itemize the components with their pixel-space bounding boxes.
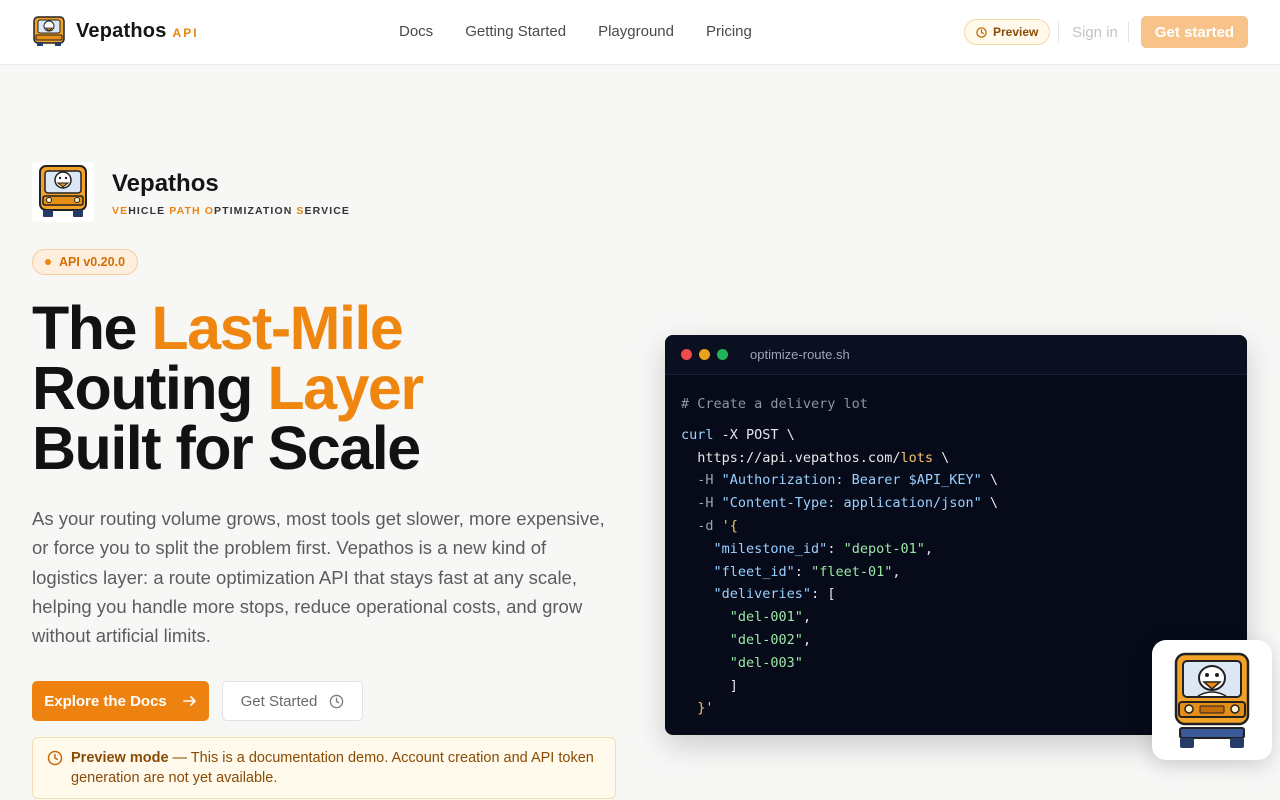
window-dot-yellow (699, 349, 710, 360)
code-token: "deliveries" (713, 586, 812, 603)
code-token: -H (681, 472, 722, 489)
preview-label: Preview (993, 25, 1039, 39)
version-badge: API v0.20.0 (32, 249, 139, 275)
duck-car-icon (33, 16, 65, 46)
explore-docs-label: Explore the Docs (44, 692, 167, 710)
mascot-widget[interactable] (1152, 640, 1272, 760)
nav-link-playground[interactable]: Playground (598, 23, 674, 40)
acronym-letter: S (296, 205, 305, 217)
brand-tag: API (172, 26, 199, 40)
acronym-rest: HICLE (128, 205, 170, 217)
version-label: API v0.20.0 (59, 255, 126, 269)
code-token: "milestone_id" (713, 540, 828, 557)
duck-car-icon (39, 165, 87, 217)
nav-links: Docs Getting Started Playground Pricing (399, 23, 752, 40)
code-token: }' (697, 700, 714, 717)
hero-lead: As your routing volume grows, most tools… (32, 508, 605, 647)
nav-divider (1128, 22, 1129, 42)
code-token: "Content-Type: application/json" (721, 495, 982, 512)
window-dots (681, 349, 728, 360)
status-dot (45, 259, 51, 265)
code-token: https://api.vepathos.com/ (681, 449, 901, 466)
hero-acronym-subtitle: VEHICLE PATH OPTIMIZATION SERVICE (112, 205, 350, 217)
clock-icon (330, 694, 344, 708)
get-started-label: Get Started (240, 692, 318, 710)
code-token: "fleet_id" (713, 563, 795, 580)
headline-text: Routing (32, 354, 268, 422)
acronym-rest: ERVICE (304, 205, 351, 217)
code-token: -d (681, 517, 722, 534)
code-token: "depot-01" (843, 540, 925, 557)
hero-logo (32, 162, 94, 222)
brand[interactable]: Vepathos API (32, 14, 199, 48)
sign-in-link[interactable]: Sign in (1072, 24, 1118, 41)
headline-highlight: Layer (267, 354, 424, 422)
hero-product-name: Vepathos (112, 170, 219, 197)
top-nav: Vepathos API Docs Getting Started Playgr… (0, 0, 1280, 65)
get-started-button[interactable]: Get started (1141, 16, 1248, 48)
explore-docs-button[interactable]: Explore the Docs (32, 681, 209, 721)
acronym-rest: PTIMIZATION (214, 205, 297, 217)
duck-car-icon (1174, 652, 1250, 748)
code-token: curl (681, 426, 714, 443)
window-dot-green (717, 349, 728, 360)
code-filename: optimize-route.sh (750, 347, 850, 362)
preview-badge: Preview (964, 19, 1051, 45)
headline-highlight: Last-Mile (151, 294, 403, 362)
code-token: "del-001" (729, 609, 803, 626)
code-token: lots (900, 449, 933, 466)
code-card-header: optimize-route.sh (665, 335, 1247, 375)
code-token: '{ (721, 517, 738, 534)
nav-divider (1058, 22, 1059, 42)
headline-text: Built for Scale (32, 414, 421, 482)
acronym-letter: VE (112, 205, 129, 217)
preview-notice: Preview mode — This is a documentation d… (32, 737, 616, 799)
arrow-right-icon (182, 696, 196, 706)
window-dot-red (681, 349, 692, 360)
get-started-secondary-button[interactable]: Get Started (222, 681, 363, 721)
nav-link-getting-started[interactable]: Getting Started (465, 23, 566, 40)
clock-icon (47, 750, 63, 766)
nav-link-pricing[interactable]: Pricing (706, 23, 752, 40)
code-token: ] (681, 677, 738, 694)
notice-title: Preview mode (71, 750, 169, 766)
acronym-letter: PATH (169, 205, 201, 217)
code-token: "fleet-01" (811, 563, 893, 580)
code-token: "del-002" (729, 631, 803, 648)
code-token: "del-003" (729, 654, 803, 671)
code-token: \ (932, 449, 950, 466)
nav-link-docs[interactable]: Docs (399, 23, 433, 40)
acronym-letter: O (204, 205, 214, 217)
code-comment: # Create a delivery lot (681, 396, 868, 412)
headline-text: The (32, 294, 152, 362)
code-token: -X POST \ (713, 426, 795, 443)
code-token: -H (681, 495, 722, 512)
code-token: "Authorization: Bearer $API_KEY" (721, 472, 982, 489)
hero-headline: The Last-Mile Routing Layer Built for Sc… (32, 298, 424, 479)
brand-name: Vepathos (76, 19, 167, 42)
clock-icon (976, 26, 987, 38)
